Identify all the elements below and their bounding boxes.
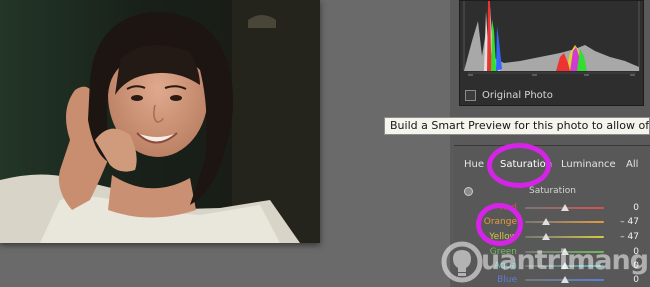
slider-track-orange[interactable] (525, 221, 604, 223)
original-photo-label: Original Photo (482, 89, 553, 101)
slider-thumb-red[interactable] (560, 204, 569, 211)
watermark-text: uantrimang (481, 245, 649, 276)
panel-toggle-icon[interactable] (464, 187, 473, 196)
tab-all[interactable]: All (626, 159, 638, 170)
portrait-photo[interactable] (0, 0, 320, 243)
site-watermark: uantrimang (440, 237, 650, 287)
saturation-section-label: Saturation (529, 186, 576, 196)
smart-preview-tooltip: Build a Smart Preview for this photo to … (384, 117, 650, 135)
lightbulb-icon (441, 241, 483, 283)
photo-view-area (0, 0, 450, 287)
slider-thumb-orange[interactable] (541, 218, 550, 225)
histogram-graph (460, 1, 643, 85)
slider-value-orange[interactable]: – 47 (620, 215, 639, 229)
slider-value-red[interactable]: 0 (633, 201, 639, 215)
original-photo-row[interactable]: Original Photo (465, 87, 553, 103)
histogram-panel: Original Photo (459, 0, 644, 106)
tab-luminance[interactable]: Luminance (561, 159, 616, 170)
tab-hue[interactable]: Hue (464, 159, 484, 170)
saturation-tab-highlight (487, 143, 551, 188)
original-photo-checkbox[interactable] (465, 89, 476, 101)
lightroom-develop-screen: Original Photo Hue Saturation Luminance … (0, 0, 650, 287)
